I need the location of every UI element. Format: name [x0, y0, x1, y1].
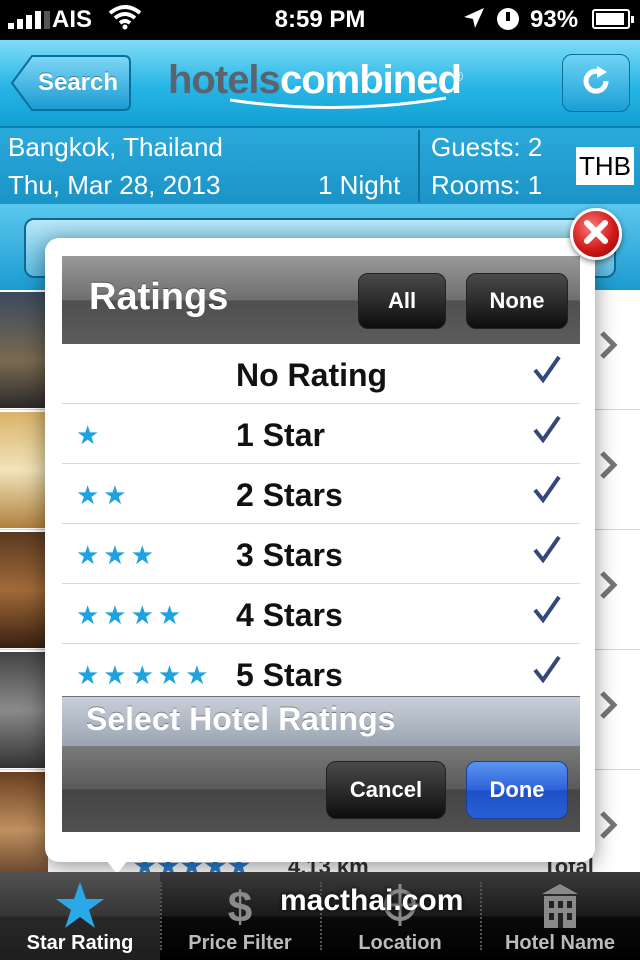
select-all-button[interactable]: All — [358, 273, 446, 329]
navigation-bar: Search hotels combined ® — [0, 40, 640, 128]
tab-label: Location — [358, 932, 442, 954]
tab-label: Star Rating — [26, 932, 134, 954]
picker-subtitle: Select Hotel Ratings — [86, 701, 396, 737]
rating-stars: ★★★★ — [76, 600, 186, 630]
rating-option-2-stars[interactable]: ★★ 2 Stars — [62, 464, 580, 524]
search-city: Bangkok, Thailand — [8, 132, 223, 162]
picker-footer: Cancel Done — [62, 746, 580, 832]
watermark: macthai.com — [280, 884, 464, 917]
search-date: Thu, Mar 28, 2013 — [8, 170, 221, 200]
hotel-thumbnail — [0, 772, 48, 888]
rating-label: 1 Star — [236, 417, 325, 453]
close-popover-button[interactable] — [570, 208, 622, 260]
refresh-icon — [579, 64, 613, 103]
rating-label: 5 Stars — [236, 657, 343, 693]
picker-header: Ratings All None — [62, 256, 580, 344]
back-search-button[interactable]: Search — [10, 54, 132, 112]
rating-label: 3 Stars — [236, 537, 343, 573]
rating-label: 2 Stars — [236, 477, 343, 513]
rating-option-3-stars[interactable]: ★★★ 3 Stars — [62, 524, 580, 584]
building-icon — [480, 880, 640, 930]
checkmark-icon — [533, 535, 561, 564]
tab-star-rating[interactable]: Star Rating — [0, 872, 160, 960]
clock-icon — [497, 8, 519, 30]
checkmark-icon — [533, 595, 561, 624]
rating-stars: ★★★ — [76, 540, 158, 570]
picker-title: Ratings — [89, 276, 229, 318]
close-icon — [583, 219, 609, 250]
rating-label: 4 Stars — [236, 597, 343, 633]
currency-button[interactable]: THB — [576, 147, 634, 185]
back-search-label: Search — [37, 69, 119, 96]
search-rooms: Rooms: 1 — [431, 170, 543, 200]
chevron-right-icon — [600, 811, 618, 839]
checkmark-icon — [533, 475, 561, 504]
summary-divider — [418, 130, 420, 202]
registered-mark: ® — [453, 68, 464, 84]
rating-option-5-stars[interactable]: ★★★★★ 5 Stars — [62, 644, 580, 696]
hotel-thumbnail — [0, 652, 48, 768]
hotel-thumbnail — [0, 532, 48, 648]
search-nights: 1 Night — [318, 170, 401, 200]
tab-label: Price Filter — [188, 932, 292, 954]
hotel-thumbnail — [0, 292, 48, 408]
refresh-button[interactable] — [562, 54, 630, 112]
ratings-list: No Rating ★ 1 Star ★★ 2 Stars ★★★ 3 Star… — [62, 344, 580, 696]
battery-percent: 93% — [530, 6, 579, 33]
cancel-button[interactable]: Cancel — [326, 761, 446, 819]
ratings-picker: Ratings All None No Rating ★ 1 Star ★★ 2… — [62, 256, 580, 832]
location-arrow-icon — [462, 6, 486, 39]
rating-stars: ★ — [76, 420, 104, 450]
select-none-button[interactable]: None — [466, 273, 568, 329]
svg-text:$: $ — [228, 883, 252, 930]
tab-hotel-name[interactable]: Hotel Name — [480, 872, 640, 960]
chevron-right-icon — [600, 451, 618, 479]
rating-option-4-stars[interactable]: ★★★★ 4 Stars — [62, 584, 580, 644]
search-summary: Bangkok, Thailand Thu, Mar 28, 2013 1 Ni… — [0, 128, 640, 204]
checkmark-icon — [533, 355, 561, 384]
search-guests: Guests: 2 — [431, 132, 543, 162]
done-button[interactable]: Done — [466, 761, 568, 819]
chevron-right-icon — [600, 691, 618, 719]
chevron-right-icon — [600, 571, 618, 599]
checkmark-icon — [533, 655, 561, 684]
status-bar: AIS 8:59 PM 93% — [0, 0, 640, 40]
hotel-thumbnail — [0, 412, 48, 528]
checkmark-icon — [533, 415, 561, 444]
rating-option-1-star[interactable]: ★ 1 Star — [62, 404, 580, 464]
battery-icon — [592, 9, 634, 29]
rating-stars: ★★★★★ — [76, 660, 213, 690]
chevron-right-icon — [600, 331, 618, 359]
picker-subtitle-bar: Select Hotel Ratings — [62, 696, 580, 746]
rating-stars: ★★ — [76, 480, 131, 510]
rating-option-no-rating[interactable]: No Rating — [62, 344, 580, 404]
rating-label: No Rating — [236, 357, 388, 393]
star-icon — [0, 880, 160, 930]
tab-label: Hotel Name — [504, 932, 616, 954]
